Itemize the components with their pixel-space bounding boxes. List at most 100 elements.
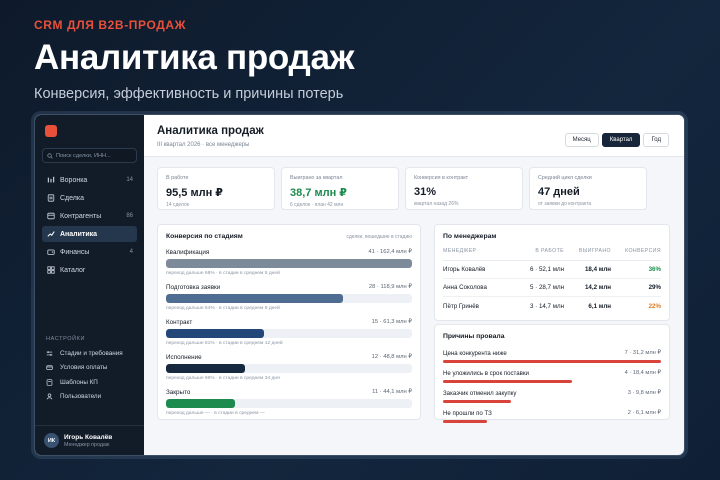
manager-in-work: 3 · 14,7 млн xyxy=(530,302,564,310)
search-icon xyxy=(47,152,53,159)
sidebar-item-catalog[interactable]: Каталог xyxy=(42,262,137,278)
manager-name: Игорь Ковалёв xyxy=(443,266,486,273)
sliders-icon xyxy=(46,350,55,357)
manager-conversion: 22% xyxy=(648,302,661,310)
settings-item-templates[interactable]: Шаблоны КП xyxy=(42,375,137,390)
settings-item-users[interactable]: Пользователи xyxy=(42,390,137,405)
kpi-value: 47 дней xyxy=(538,186,580,198)
stage-name: Исполнение xyxy=(166,354,202,361)
funnel-icon xyxy=(46,176,55,185)
sidebar-item-deal[interactable]: Сделка xyxy=(42,190,137,206)
sidebar-item-counterparties[interactable]: Контрагенты 86 xyxy=(42,208,137,224)
card-icon xyxy=(46,364,55,371)
settings-item-label: Пользователи xyxy=(60,393,102,401)
period-quarter-button[interactable]: Квартал xyxy=(601,133,641,147)
sidebar: Поиск сделки, ИНН... Воронка 14 Сделка К… xyxy=(35,115,144,455)
sidebar-item-finance[interactable]: Финансы 4 xyxy=(42,244,137,260)
sidebar-item-funnel[interactable]: Воронка 14 xyxy=(42,172,137,188)
kpi-card-conversion: Конверсия в контракт 31% квартал назад 2… xyxy=(405,167,523,210)
stage-hint: переход дальше 96% · в стадии в среднем … xyxy=(166,376,280,381)
reason-name: Цена конкурента ниже xyxy=(443,350,507,357)
kpi-row: В работе 95,5 млн ₽ 14 сделок Выиграно з… xyxy=(157,167,647,210)
main-content: Аналитика продаж III квартал 2026 · все … xyxy=(144,115,684,455)
funnel-stage[interactable]: Контракт 15 · 61,3 млн ₽ переход дальше 81… xyxy=(166,319,412,346)
card-title: По менеджерам xyxy=(443,233,497,240)
settings-section-title: НАСТРОЙКИ xyxy=(46,336,86,342)
app-logo[interactable] xyxy=(45,125,57,137)
reason-bar-track xyxy=(443,360,661,363)
document-icon xyxy=(46,194,55,203)
reason-name: Не прошли по ТЗ xyxy=(443,410,492,417)
stage-bar-track xyxy=(166,364,412,373)
stage-name: Контракт xyxy=(166,319,193,326)
table-row[interactable]: Анна Соколова 5 · 28,7 млн 14,2 млн 29% xyxy=(443,279,661,297)
reason-value: 7 · 31,2 млн ₽ xyxy=(624,350,661,356)
stage-bar-fill xyxy=(166,399,235,408)
stage-bar-track xyxy=(166,294,412,303)
app-window: Поиск сделки, ИНН... Воронка 14 Сделка К… xyxy=(34,114,685,456)
funnel-stage[interactable]: Подготовка заявки 28 · 118,9 млн ₽ переход… xyxy=(166,284,412,311)
reason-bar-fill xyxy=(443,360,661,363)
settings-item-payment[interactable]: Условия оплаты xyxy=(42,361,137,376)
sidebar-item-count: 4 xyxy=(129,249,133,255)
reason-bar-track xyxy=(443,380,661,383)
sidebar-item-analytics[interactable]: Аналитика xyxy=(42,226,137,242)
chart-icon xyxy=(46,230,55,239)
stage-value: 28 · 118,9 млн ₽ xyxy=(368,284,412,290)
period-month-button[interactable]: Месяц xyxy=(564,133,599,147)
loss-reason[interactable]: Цена конкурента ниже 7 · 31,2 млн ₽ xyxy=(443,350,661,363)
table-row[interactable]: Игорь Ковалёв 6 · 52,1 млн 18,4 млн 36% xyxy=(443,261,661,279)
user-profile[interactable]: ИК Игорь Ковалёв Менеджер продаж xyxy=(35,425,144,455)
stage-bar-fill xyxy=(166,294,344,303)
reason-bar-fill xyxy=(443,400,511,403)
loss-reason[interactable]: Не прошли по ТЗ 2 · 6,1 млн ₽ xyxy=(443,410,661,423)
sidebar-item-label: Контрагенты xyxy=(60,212,102,220)
reason-bar-fill xyxy=(443,420,487,423)
hero-eyebrow: CRM ДЛЯ B2B-ПРОДАЖ xyxy=(34,18,187,32)
loss-reason[interactable]: Не уложились в срок поставки 4 · 18,4 млн… xyxy=(443,370,661,383)
managers-card: По менеджерам МЕНЕДЖЕР В РАБОТЕ ВЫИГРАНО… xyxy=(434,224,670,321)
kpi-label: Средний цикл сделки xyxy=(538,175,592,181)
period-year-button[interactable]: Год xyxy=(643,133,669,147)
column-header: КОНВЕРСИЯ xyxy=(625,248,661,254)
search-input[interactable]: Поиск сделки, ИНН... xyxy=(42,148,137,163)
column-header: МЕНЕДЖЕР xyxy=(443,248,477,254)
kpi-value: 95,5 млн ₽ xyxy=(166,187,223,199)
kpi-label: В работе xyxy=(166,175,189,181)
table-row[interactable]: Пётр Гринёв 3 · 14,7 млн 6,1 млн 22% xyxy=(443,297,661,315)
loss-reasons-card: Причины провала Цена конкурента ниже 7 · … xyxy=(434,324,670,423)
stage-bar-fill xyxy=(166,329,265,338)
reason-bar-fill xyxy=(443,380,572,383)
card-title: Причины провала xyxy=(443,333,505,340)
sidebar-item-count: 14 xyxy=(126,177,133,183)
settings-item-label: Условия оплаты xyxy=(60,364,108,372)
user-name: Игорь Ковалёв xyxy=(64,433,113,441)
page-header: Аналитика продаж III квартал 2026 · все … xyxy=(144,115,684,157)
stage-hint: переход дальше 54% · в стадии в среднем … xyxy=(166,306,280,311)
stage-name: Закрыто xyxy=(166,389,191,396)
funnel-stage[interactable]: Закрыто 11 · 44,1 млн ₽ переход дальше — ·… xyxy=(166,389,412,416)
reason-name: Заказчик отменил закупку xyxy=(443,390,517,397)
kpi-card-won: Выиграно за квартал 38,7 млн ₽ 6 сделок … xyxy=(281,167,399,210)
card-note: сделки, вошедшие в стадию xyxy=(346,233,412,240)
loss-reason[interactable]: Заказчик отменил закупку 3 · 9,8 млн ₽ xyxy=(443,390,661,403)
kpi-card-cycle: Средний цикл сделки 47 дней от заявки до… xyxy=(529,167,647,210)
reason-value: 3 · 9,8 млн ₽ xyxy=(627,390,661,396)
people-icon xyxy=(46,212,55,221)
funnel-stage[interactable]: Квалификация 41 · 162,4 млн ₽ переход даль… xyxy=(166,249,412,276)
sidebar-item-label: Каталог xyxy=(60,266,86,274)
wallet-icon xyxy=(46,248,55,257)
stage-bar-fill xyxy=(166,259,412,268)
user-role: Менеджер продаж xyxy=(64,441,110,448)
user-icon xyxy=(46,393,55,400)
manager-won: 18,4 млн xyxy=(584,266,611,273)
sidebar-item-label: Воронка xyxy=(60,176,88,184)
settings-item-stages[interactable]: Стадии и требования xyxy=(42,346,137,361)
stage-bar-fill xyxy=(166,364,245,373)
stage-value: 41 · 162,4 млн ₽ xyxy=(368,249,412,255)
kpi-hint: 6 сделок · план 42 млн xyxy=(290,202,344,208)
reason-value: 4 · 18,4 млн ₽ xyxy=(624,370,661,376)
reason-bar-track xyxy=(443,400,661,403)
funnel-stage[interactable]: Исполнение 12 · 48,8 млн ₽ переход дальше … xyxy=(166,354,412,381)
reason-bar-track xyxy=(443,420,661,423)
